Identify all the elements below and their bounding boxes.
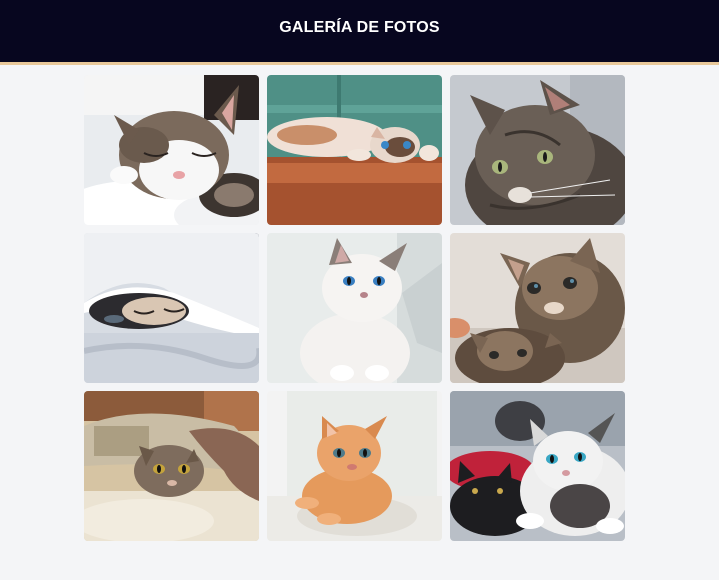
orange-kitten-photo xyxy=(267,391,442,541)
gallery-photo-5[interactable] xyxy=(267,233,442,383)
gallery-photo-4[interactable] xyxy=(84,233,259,383)
cat-under-blanket-photo xyxy=(84,233,259,383)
tabby-cat-portrait-photo xyxy=(450,75,625,225)
sleeping-tabby-white-cat-photo xyxy=(84,75,259,225)
gallery-photo-6[interactable] xyxy=(450,233,625,383)
page-title: GALERÍA DE FOTOS xyxy=(279,19,440,36)
photo-gallery xyxy=(84,75,625,541)
cat-lying-on-floor-photo xyxy=(267,75,442,225)
tabby-kittens-photo xyxy=(450,233,625,383)
gallery-photo-2[interactable] xyxy=(267,75,442,225)
gallery-photo-7[interactable] xyxy=(84,391,259,541)
cat-under-pillow-photo xyxy=(84,391,259,541)
black-and-white-kittens-photo xyxy=(450,391,625,541)
gallery-photo-3[interactable] xyxy=(450,75,625,225)
gallery-photo-9[interactable] xyxy=(450,391,625,541)
header-bar: GALERÍA DE FOTOS xyxy=(0,0,719,65)
white-kitten-photo xyxy=(267,233,442,383)
gallery-photo-1[interactable] xyxy=(84,75,259,225)
gallery-photo-8[interactable] xyxy=(267,391,442,541)
